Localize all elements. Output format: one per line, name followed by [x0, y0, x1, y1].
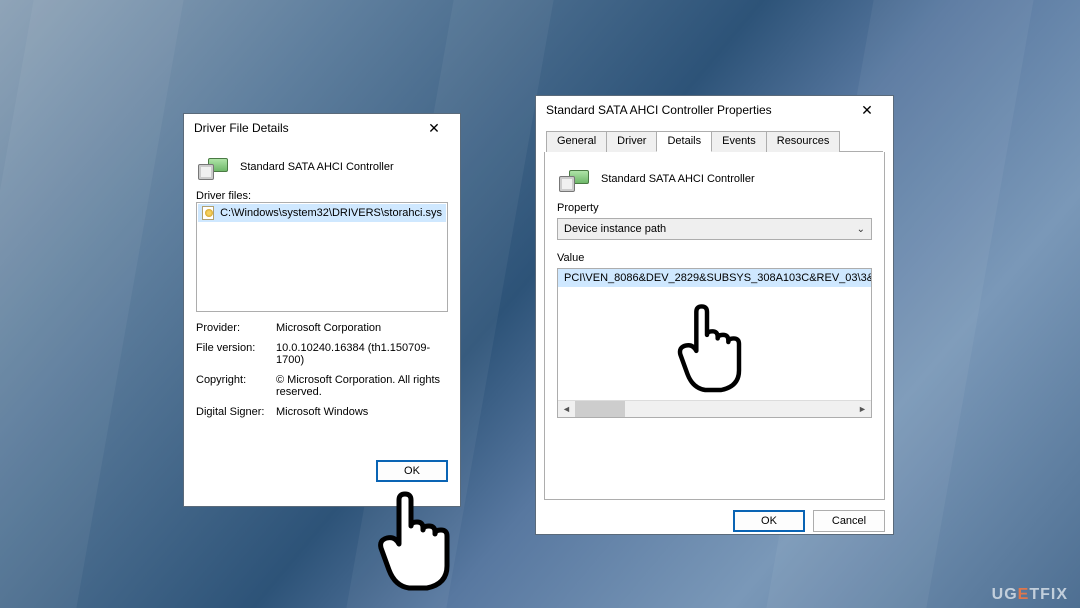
driver-files-label: Driver files: [196, 190, 448, 202]
list-item[interactable]: C:\Windows\system32\DRIVERS\storahci.sys [198, 204, 446, 222]
chevron-down-icon: ⌄ [857, 224, 865, 235]
tab-resources[interactable]: Resources [766, 131, 841, 152]
list-item[interactable]: PCI\VEN_8086&DEV_2829&SUBSYS_308A103C&RE… [558, 269, 871, 287]
titlebar[interactable]: Driver File Details ✕ [184, 114, 460, 142]
dialog-title: Standard SATA AHCI Controller Properties [546, 103, 772, 117]
tab-details[interactable]: Details [656, 131, 712, 152]
scroll-right-icon[interactable]: ► [854, 401, 871, 417]
driver-files-list[interactable]: C:\Windows\system32\DRIVERS\storahci.sys [196, 202, 448, 312]
driver-file-details-dialog: Driver File Details ✕ Standard SATA AHCI… [183, 113, 461, 507]
file-icon [202, 206, 214, 220]
provider-label: Provider: [196, 322, 276, 334]
property-label: Property [557, 202, 872, 214]
watermark: UGETFIX [992, 586, 1068, 604]
device-icon [198, 154, 230, 180]
copyright-value: © Microsoft Corporation. All rights rese… [276, 374, 448, 398]
provider-value: Microsoft Corporation [276, 322, 448, 334]
properties-dialog: Standard SATA AHCI Controller Properties… [535, 95, 894, 535]
tab-events[interactable]: Events [711, 131, 767, 152]
property-combo-value: Device instance path [564, 223, 666, 235]
device-name: Standard SATA AHCI Controller [240, 161, 394, 173]
device-icon [559, 166, 591, 192]
copyright-label: Copyright: [196, 374, 276, 398]
cancel-button[interactable]: Cancel [813, 510, 885, 532]
dialog-title: Driver File Details [194, 121, 289, 135]
property-combo[interactable]: Device instance path ⌄ [557, 218, 872, 240]
tabstrip: General Driver Details Events Resources [546, 130, 883, 152]
scroll-thumb[interactable] [575, 401, 625, 417]
value-list[interactable]: PCI\VEN_8086&DEV_2829&SUBSYS_308A103C&RE… [557, 268, 872, 418]
value-label: Value [557, 252, 872, 264]
fileversion-value: 10.0.10240.16384 (th1.150709-1700) [276, 342, 448, 366]
tab-driver[interactable]: Driver [606, 131, 657, 152]
fileversion-label: File version: [196, 342, 276, 366]
signer-label: Digital Signer: [196, 406, 276, 418]
tab-general[interactable]: General [546, 131, 607, 152]
signer-value: Microsoft Windows [276, 406, 448, 418]
close-icon[interactable]: ✕ [847, 99, 887, 121]
device-name: Standard SATA AHCI Controller [601, 173, 755, 185]
close-icon[interactable]: ✕ [414, 117, 454, 139]
ok-button[interactable]: OK [376, 460, 448, 482]
scroll-left-icon[interactable]: ◄ [558, 401, 575, 417]
h-scrollbar[interactable]: ◄ ► [558, 400, 871, 417]
titlebar[interactable]: Standard SATA AHCI Controller Properties… [536, 96, 893, 124]
file-path: C:\Windows\system32\DRIVERS\storahci.sys [220, 207, 442, 219]
ok-button[interactable]: OK [733, 510, 805, 532]
